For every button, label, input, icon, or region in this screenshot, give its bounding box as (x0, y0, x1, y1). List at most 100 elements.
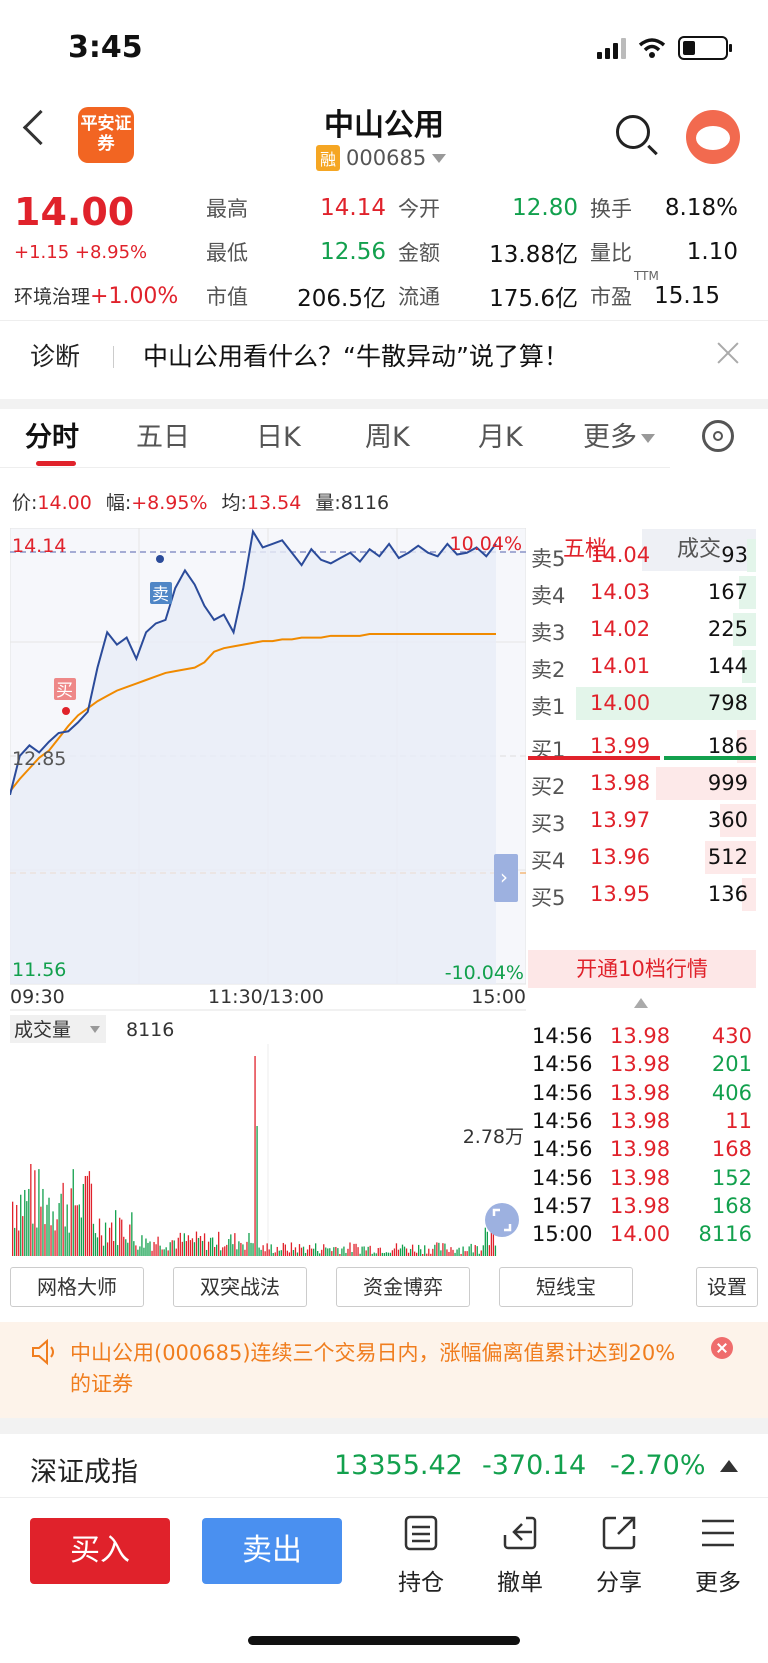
gear-icon[interactable] (702, 420, 734, 452)
tab-intraday[interactable]: 分时 (25, 415, 79, 454)
tick-time: 14:56 (532, 1024, 593, 1048)
tool-short-term[interactable]: 短线宝 (499, 1267, 633, 1307)
volume-bar (135, 1245, 137, 1256)
volume-bar (272, 1252, 274, 1256)
close-notice-icon[interactable] (711, 1337, 733, 1359)
tool-double-breakout[interactable]: 双突战法 (173, 1267, 307, 1307)
tick-row: 15:00 14.00 8116 (530, 1222, 754, 1250)
share-label: 分享 (596, 1570, 642, 1596)
volume-bar (466, 1251, 468, 1256)
volume-bar (317, 1251, 319, 1256)
volume-bar (345, 1252, 347, 1256)
close-icon[interactable] (714, 339, 742, 367)
ask-row[interactable]: 卖1 14.00 798 (528, 685, 756, 722)
sector-info[interactable]: 环境治理+1.00% (14, 282, 178, 309)
diagnose-text[interactable]: 中山公用看什么？“牛散异动”说了算！ (143, 337, 569, 373)
volume-bar (52, 1211, 54, 1256)
volume-bar (321, 1249, 323, 1256)
sell-button[interactable]: 卖出 (202, 1518, 342, 1584)
volume-bar (288, 1252, 291, 1256)
bid-row[interactable]: 买2 13.98 999 (528, 765, 756, 802)
tab-daily-k[interactable]: 日K (256, 415, 301, 454)
wifi-icon (638, 38, 666, 58)
quote-label: 流通 (398, 285, 440, 309)
volume-bar (238, 1241, 240, 1256)
time-label-mid: 11:30/13:00 (208, 986, 324, 1008)
volume-bar (48, 1197, 50, 1256)
stock-title[interactable]: 中山公用 (0, 100, 768, 144)
volume-bar (34, 1170, 36, 1256)
tab-weekly-k[interactable]: 周K (365, 415, 410, 454)
volume-bar (357, 1247, 359, 1256)
positions-button[interactable]: 持仓 (386, 1515, 456, 1597)
level-label: 买5 (531, 886, 566, 910)
volume-bar (92, 1223, 95, 1256)
expand-handle-icon[interactable]: › (494, 854, 518, 902)
more-button[interactable]: 更多 (683, 1515, 753, 1597)
index-name[interactable]: 深证成指 (30, 1450, 138, 1489)
sell-marker-label: 卖 (152, 585, 169, 605)
volume-bar (418, 1244, 420, 1256)
volume-bar (442, 1243, 444, 1256)
axis-low: 11.56 (12, 959, 66, 981)
volume-bar (151, 1250, 153, 1256)
volume-bar (426, 1253, 428, 1256)
stock-code-line[interactable]: 融 000685 (316, 145, 447, 171)
volume-bar (367, 1246, 369, 1256)
tab-five-day[interactable]: 五日 (136, 415, 190, 454)
tab-monthly-k[interactable]: 月K (478, 415, 523, 454)
share-button[interactable]: 分享 (584, 1515, 654, 1597)
bid-row[interactable]: 买3 13.97 360 (528, 802, 756, 839)
volume-bar (246, 1241, 248, 1256)
bid-row[interactable]: 买5 13.95 136 (528, 876, 756, 913)
cancel-order-button[interactable]: 撤单 (485, 1515, 555, 1597)
volume-bar (36, 1227, 38, 1256)
volume-bar (405, 1248, 408, 1256)
expand-up-icon[interactable] (720, 1460, 738, 1472)
volume-bar (250, 1242, 252, 1256)
bid-row[interactable]: 买4 13.96 512 (528, 839, 756, 876)
volume-bar (236, 1249, 238, 1256)
diagnose-label: 诊断 (30, 342, 81, 371)
search-icon[interactable] (616, 115, 650, 149)
tool-settings[interactable]: 设置 (696, 1267, 758, 1307)
ask-row[interactable]: 卖5 14.04 93 (528, 537, 756, 574)
tab-more[interactable]: 更多 (583, 415, 655, 454)
level-price: 13.99 (590, 734, 651, 758)
tool-fund-game[interactable]: 资金博弈 (336, 1267, 470, 1307)
volume-bar (478, 1253, 480, 1256)
level-price: 13.96 (590, 845, 651, 869)
volume-bar (214, 1246, 216, 1256)
volume-bar (347, 1248, 349, 1256)
volume-bar (432, 1248, 434, 1256)
tick-time: 15:00 (532, 1222, 593, 1247)
ask-row[interactable]: 卖3 14.02 225 (528, 611, 756, 648)
volume-label[interactable]: 成交量 (14, 1019, 71, 1041)
quote-row: 最高 14.14 今开 12.80 换手 8.18% (206, 186, 754, 230)
tool-grid-master[interactable]: 网格大师 (10, 1267, 144, 1307)
volume-bar (468, 1246, 470, 1256)
volume-bar (173, 1240, 175, 1256)
chart-info-line: 价:14.00 幅:+8.95% 均:13.54 量:8116 (12, 488, 389, 515)
ask-row[interactable]: 卖4 14.03 167 (528, 574, 756, 611)
buy-button[interactable]: 买入 (30, 1518, 170, 1584)
volume-bar (276, 1246, 278, 1256)
collapse-up-icon[interactable] (634, 998, 648, 1008)
tick-price: 13.98 (610, 1137, 671, 1162)
volume-bar (163, 1249, 165, 1256)
fullscreen-icon[interactable] (485, 1203, 519, 1237)
volume-bar (254, 1056, 256, 1256)
assistant-avatar-icon[interactable] (686, 110, 740, 164)
tick-vol: 430 (711, 1024, 752, 1048)
info-vol: 量:8116 (315, 488, 389, 515)
volume-bar (80, 1217, 82, 1256)
intraday-chart[interactable]: 14.14 12.85 11.56 10.04% -10.04% 买 卖 › 成… (10, 528, 526, 1256)
volume-bar (153, 1241, 155, 1256)
ask-row[interactable]: 卖2 14.01 144 (528, 648, 756, 685)
volume-bar (24, 1189, 26, 1256)
volume-bar (193, 1242, 196, 1256)
volume-bar (141, 1235, 143, 1256)
tick-row: 14:56 13.98 168 (530, 1137, 754, 1165)
speaker-icon (32, 1338, 54, 1366)
open-10-levels-button[interactable]: 开通10档行情 (528, 950, 756, 988)
